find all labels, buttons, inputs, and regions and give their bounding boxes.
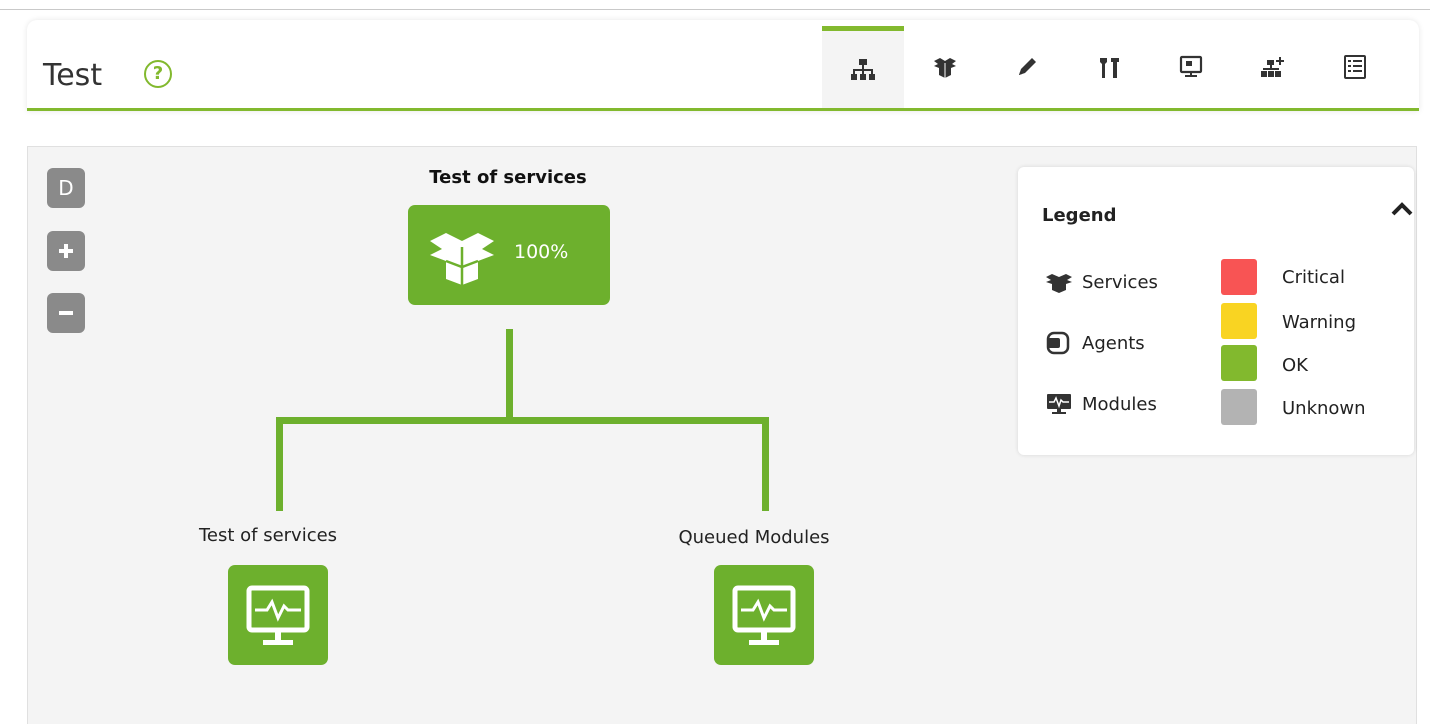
legend-swatch-critical (1221, 259, 1257, 295)
service-map-canvas[interactable]: D Test of services 100% Test of services (27, 146, 1417, 724)
module-node-test-of-services[interactable] (228, 565, 328, 665)
header-tabs (822, 26, 1396, 108)
page-title: Test (43, 58, 103, 93)
boxes-icon (934, 58, 956, 78)
root-service-node[interactable]: 100% (408, 205, 610, 305)
legend-type-agents: Agents (1044, 330, 1145, 356)
hierarchy-icon (851, 58, 875, 80)
page-header: Test ? (27, 20, 1419, 111)
edge-root-down (506, 329, 513, 423)
zoom-in-button[interactable] (47, 231, 85, 271)
legend-status-label: Warning (1282, 312, 1357, 333)
child-node-label: Queued Modules (678, 527, 830, 548)
tab-services[interactable] (904, 26, 986, 108)
legend-type-label: Agents (1082, 332, 1145, 354)
legend-type-label: Modules (1082, 393, 1157, 415)
modules-icon (1047, 394, 1071, 414)
legend-swatch-warning (1221, 303, 1257, 339)
tab-list[interactable] (1314, 26, 1396, 108)
add-node-icon (1261, 57, 1284, 77)
root-node-title: Test of services (429, 167, 587, 188)
monitor-icon (1179, 55, 1203, 77)
modules-icon (732, 585, 796, 645)
edge-right-down (762, 417, 769, 511)
legend-panel: Legend Services Agents Modules Critical … (1018, 167, 1414, 455)
help-icon[interactable]: ? (144, 60, 172, 88)
edge-left-down (276, 417, 283, 511)
services-icon (1046, 274, 1072, 293)
chevron-up-icon[interactable] (1390, 199, 1414, 224)
zoom-out-button[interactable] (47, 293, 85, 333)
list-icon (1344, 55, 1366, 79)
pencil-icon (1019, 58, 1036, 75)
legend-status-label: Critical (1282, 267, 1345, 288)
legend-type-label: Services (1082, 271, 1158, 293)
root-percent: 100% (514, 241, 569, 263)
tab-edit[interactable] (986, 26, 1068, 108)
tab-add-node[interactable] (1232, 26, 1314, 108)
module-node-queued-modules[interactable] (714, 565, 814, 665)
top-divider (0, 9, 1430, 10)
legend-status-label: OK (1282, 355, 1308, 376)
plus-icon (59, 244, 73, 258)
default-zoom-button[interactable]: D (47, 168, 85, 208)
legend-title: Legend (1042, 205, 1117, 226)
legend-swatch-ok (1221, 345, 1257, 381)
edge-horizontal (276, 417, 769, 424)
agents-icon (1046, 331, 1070, 355)
legend-status-label: Unknown (1282, 398, 1366, 419)
legend-type-services: Services (1044, 269, 1158, 295)
default-zoom-label: D (58, 176, 74, 200)
modules-icon (246, 585, 310, 645)
child-node-label: Test of services (198, 525, 338, 546)
tab-service-map[interactable] (822, 26, 904, 108)
legend-type-modules: Modules (1044, 391, 1157, 417)
tab-tools[interactable] (1068, 26, 1150, 108)
services-icon (430, 233, 494, 285)
legend-swatch-unknown (1221, 389, 1257, 425)
tools-icon (1100, 58, 1119, 78)
minus-icon (59, 311, 73, 315)
tab-monitor[interactable] (1150, 26, 1232, 108)
